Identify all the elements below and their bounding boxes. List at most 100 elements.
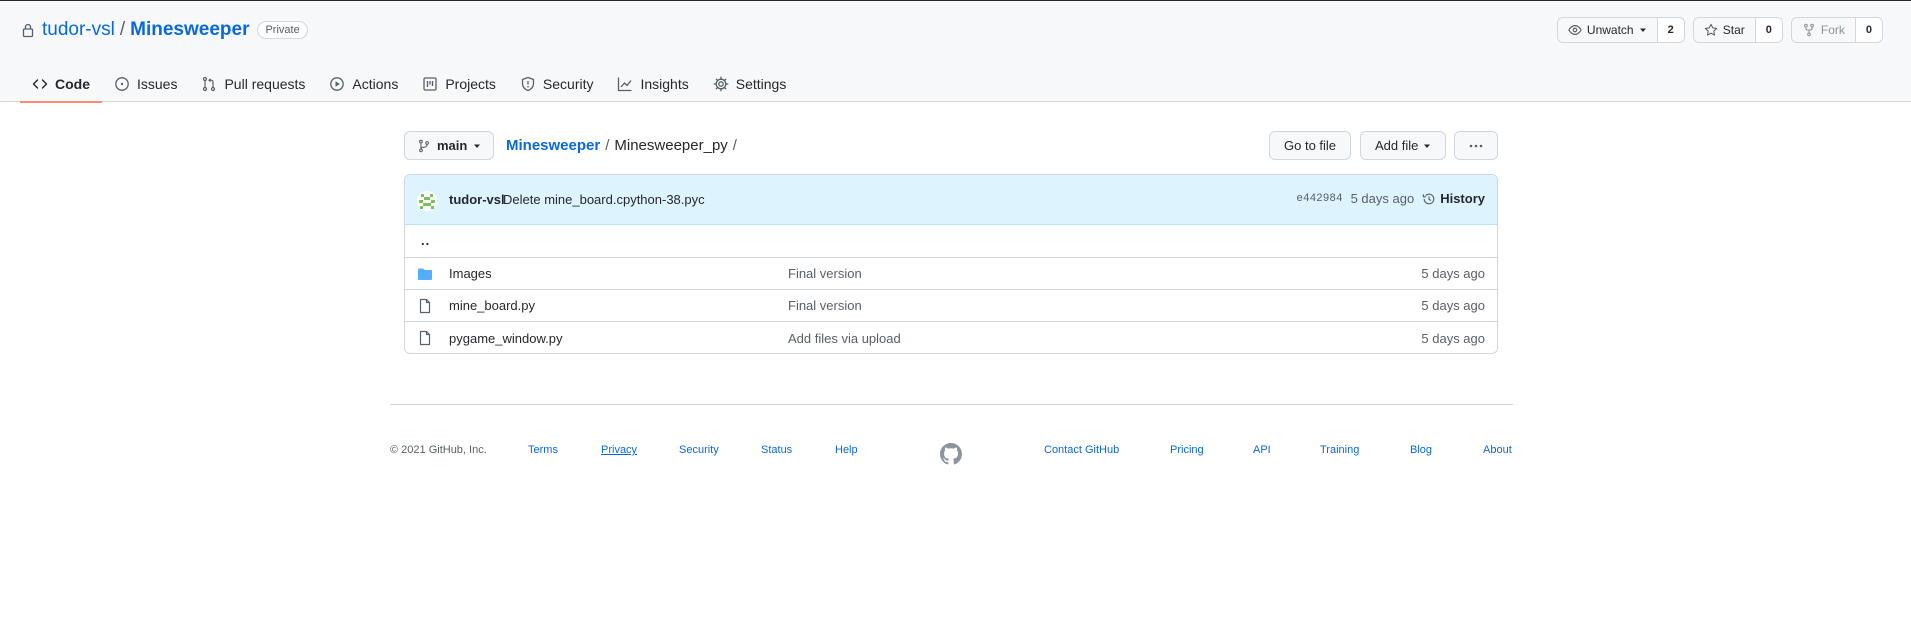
footer-link-help[interactable]: Help bbox=[835, 444, 858, 456]
footer-link-security[interactable]: Security bbox=[679, 444, 719, 456]
pull-request-icon bbox=[203, 76, 216, 91]
site-footer: © 2021 GitHub, Inc. Terms Privacy Securi… bbox=[390, 404, 1513, 465]
add-file-button[interactable]: Add file bbox=[1360, 131, 1447, 160]
parent-directory-link[interactable]: .. bbox=[421, 233, 430, 248]
file-navigation: main Minesweeper / Minesweeper_py / Go t… bbox=[404, 131, 1498, 160]
footer-link-blog[interactable]: Blog bbox=[1410, 444, 1432, 456]
footer-link-contact[interactable]: Contact GitHub bbox=[1044, 444, 1119, 456]
code-icon bbox=[32, 78, 48, 89]
footer-link-pricing[interactable]: Pricing bbox=[1170, 444, 1204, 456]
commit-sha-link[interactable]: e442984 bbox=[1296, 193, 1342, 205]
more-options-button[interactable] bbox=[1454, 131, 1498, 160]
file-icon bbox=[419, 298, 431, 314]
tab-label: Settings bbox=[735, 75, 787, 92]
eye-icon bbox=[1568, 25, 1582, 35]
fork-count[interactable]: 0 bbox=[1854, 18, 1882, 42]
unwatch-label: Unwatch bbox=[1586, 23, 1634, 37]
commit-message-link[interactable]: Delete mine_board.cpython-38.pyc bbox=[503, 192, 705, 207]
issue-icon bbox=[115, 76, 129, 91]
table-row: Images Final version 5 days ago bbox=[405, 258, 1497, 290]
breadcrumb-separator: / bbox=[605, 137, 610, 154]
fork-group: Fork 0 bbox=[1790, 17, 1883, 43]
watch-count[interactable]: 2 bbox=[1656, 18, 1684, 42]
repo-actions: Unwatch 2 Star 0 Fork 0 bbox=[1556, 17, 1883, 43]
star-group: Star 0 bbox=[1692, 17, 1783, 43]
tab-code[interactable]: Code bbox=[20, 65, 102, 103]
table-row: mine_board.py Final version 5 days ago bbox=[405, 290, 1497, 322]
repo-separator: / bbox=[119, 19, 126, 40]
tab-actions[interactable]: Actions bbox=[317, 65, 410, 102]
history-label: History bbox=[1440, 191, 1485, 206]
commit-age: 5 days ago bbox=[1350, 191, 1415, 206]
footer-link-training[interactable]: Training bbox=[1320, 444, 1359, 456]
file-commit-message-link[interactable]: Add files via upload bbox=[788, 331, 901, 346]
fork-icon bbox=[1803, 23, 1814, 37]
breadcrumb-root-link[interactable]: Minesweeper bbox=[506, 137, 600, 154]
graph-icon bbox=[618, 77, 632, 91]
file-commit-message-link[interactable]: Final version bbox=[788, 298, 862, 313]
repo-title: tudor-vsl / Minesweeper Private bbox=[20, 18, 308, 42]
tab-label: Pull requests bbox=[224, 75, 306, 92]
repo-name-link[interactable]: Minesweeper bbox=[130, 19, 249, 41]
star-button[interactable]: Star bbox=[1693, 18, 1755, 42]
project-icon bbox=[423, 76, 437, 91]
tab-issues[interactable]: Issues bbox=[102, 65, 189, 102]
commit-meta: e442984 5 days ago History bbox=[1296, 191, 1485, 206]
file-name-link[interactable]: mine_board.py bbox=[449, 298, 535, 313]
caret-down-icon bbox=[474, 144, 481, 148]
go-to-file-button[interactable]: Go to file bbox=[1269, 131, 1352, 160]
folder-icon bbox=[418, 268, 432, 280]
file-age: 5 days ago bbox=[1421, 298, 1485, 313]
go-to-file-label: Go to file bbox=[1284, 138, 1337, 153]
tab-security[interactable]: Security bbox=[508, 65, 606, 102]
fork-button[interactable]: Fork bbox=[1791, 18, 1855, 42]
tab-pull-requests[interactable]: Pull requests bbox=[189, 65, 317, 102]
table-row: pygame_window.py Add files via upload 5 … bbox=[405, 322, 1497, 353]
tab-insights[interactable]: Insights bbox=[605, 65, 700, 102]
gear-icon bbox=[713, 76, 729, 91]
breadcrumb-current: Minesweeper_py bbox=[614, 137, 728, 154]
play-icon bbox=[330, 76, 345, 91]
caret-down-icon bbox=[1639, 28, 1646, 32]
tab-settings[interactable]: Settings bbox=[701, 65, 799, 102]
branch-name: main bbox=[437, 138, 468, 153]
tab-label: Issues bbox=[137, 75, 178, 92]
tab-label: Security bbox=[542, 75, 594, 92]
tab-label: Code bbox=[55, 75, 90, 92]
watch-group: Unwatch 2 bbox=[1556, 17, 1685, 43]
avatar[interactable] bbox=[417, 191, 437, 211]
tab-label: Insights bbox=[640, 75, 689, 92]
branch-selector[interactable]: main bbox=[404, 131, 495, 160]
repo-owner-link[interactable]: tudor-vsl bbox=[42, 19, 115, 41]
unwatch-button[interactable]: Unwatch bbox=[1557, 18, 1657, 42]
footer-link-status[interactable]: Status bbox=[761, 444, 792, 456]
repo-header: tudor-vsl / Minesweeper Private Unwatch … bbox=[0, 1, 1911, 103]
file-name-link[interactable]: pygame_window.py bbox=[449, 331, 562, 346]
commit-author-link[interactable]: tudor-vsl bbox=[449, 192, 505, 207]
parent-directory-row[interactable]: .. bbox=[405, 225, 1497, 258]
history-icon bbox=[1422, 193, 1435, 204]
file-table: tudor-vsl Delete mine_board.cpython-38.p… bbox=[404, 174, 1498, 354]
tab-label: Actions bbox=[352, 75, 399, 92]
visibility-badge: Private bbox=[257, 21, 308, 39]
tab-projects[interactable]: Projects bbox=[410, 65, 508, 102]
file-name-link[interactable]: Images bbox=[449, 266, 492, 281]
shield-icon bbox=[521, 76, 535, 91]
footer-link-api[interactable]: API bbox=[1253, 444, 1271, 456]
footer-link-privacy[interactable]: Privacy bbox=[601, 444, 637, 456]
latest-commit: tudor-vsl Delete mine_board.cpython-38.p… bbox=[405, 175, 1497, 225]
star-count[interactable]: 0 bbox=[1754, 18, 1782, 42]
footer-link-about[interactable]: About bbox=[1483, 444, 1512, 456]
star-icon bbox=[1704, 23, 1717, 36]
file-commit-message-link[interactable]: Final version bbox=[788, 266, 862, 281]
fork-label: Fork bbox=[1820, 23, 1845, 37]
footer-link-terms[interactable]: Terms bbox=[528, 444, 558, 456]
repo-nav-tabs: Code Issues Pull requests Actions Projec… bbox=[20, 65, 798, 103]
star-label: Star bbox=[1722, 23, 1745, 37]
caret-down-icon bbox=[1424, 144, 1431, 148]
footer-copyright: © 2021 GitHub, Inc. bbox=[390, 444, 487, 456]
file-icon bbox=[419, 330, 431, 346]
github-logo-icon[interactable] bbox=[940, 443, 962, 465]
add-file-label: Add file bbox=[1375, 138, 1419, 153]
history-link[interactable]: History bbox=[1422, 191, 1485, 206]
